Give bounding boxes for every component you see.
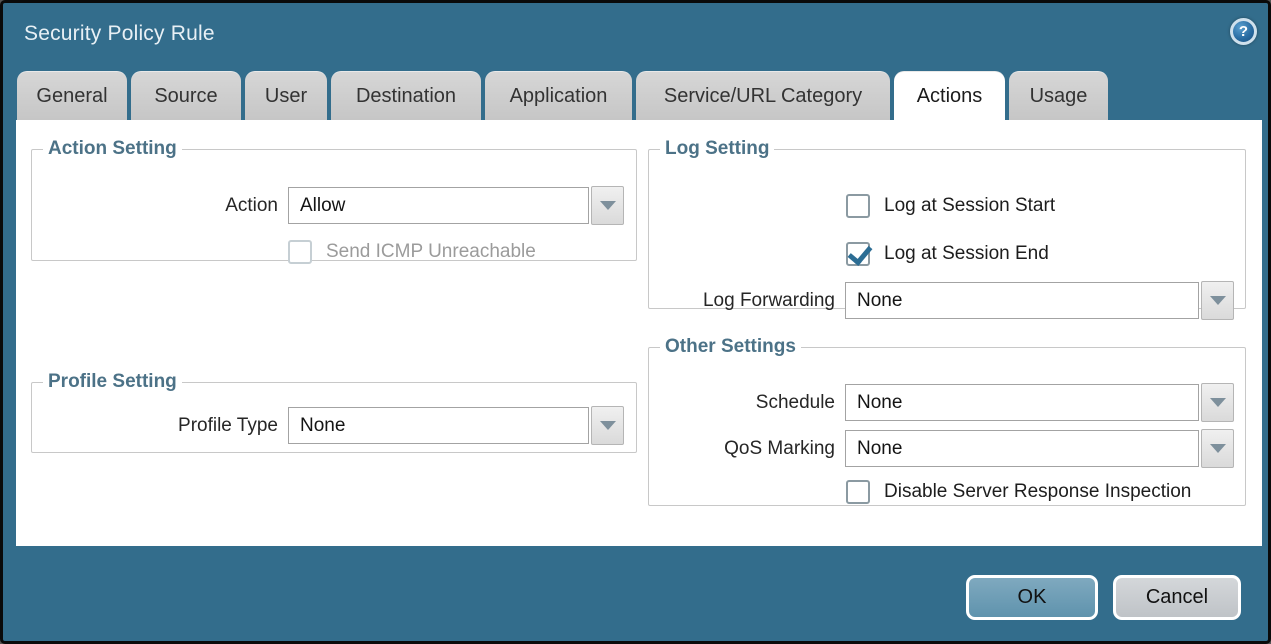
qos-marking-label: QoS Marking [649,438,835,460]
log-forwarding-dropdown[interactable]: None [845,282,1234,320]
cancel-button[interactable]: Cancel [1113,575,1241,620]
tab-service-url-category[interactable]: Service/URL Category [636,71,890,120]
schedule-dropdown-value: None [845,384,1199,421]
log-session-end-checkbox[interactable] [846,242,870,266]
tab-general[interactable]: General [17,71,127,120]
tab-usage[interactable]: Usage [1009,71,1108,120]
tab-actions[interactable]: Actions [894,71,1005,120]
schedule-label: Schedule [649,392,835,414]
log-session-end-checkbox-row[interactable]: Log at Session End [846,242,1049,266]
log-session-end-label: Log at Session End [884,243,1049,265]
profile-type-label: Profile Type [32,415,278,437]
log-forwarding-label: Log Forwarding [649,290,835,312]
other-settings-group: Other Settings Schedule None QoS Marking… [648,336,1246,506]
actions-tab-panel: Action Setting Action Allow Send ICMP Un… [16,120,1262,546]
security-policy-rule-dialog: Security Policy Rule ? General Source Us… [0,0,1271,644]
log-session-start-label: Log at Session Start [884,195,1055,217]
disable-server-response-inspection-checkbox[interactable] [846,480,870,504]
profile-setting-legend: Profile Setting [43,371,182,393]
profile-type-dropdown[interactable]: None [288,407,624,445]
action-dropdown-button[interactable] [591,186,624,225]
log-session-start-checkbox-row[interactable]: Log at Session Start [846,194,1055,218]
action-setting-legend: Action Setting [43,138,182,160]
qos-marking-dropdown-button[interactable] [1201,429,1234,468]
tab-source[interactable]: Source [131,71,241,120]
tab-application[interactable]: Application [485,71,632,120]
send-icmp-unreachable-checkbox-row: Send ICMP Unreachable [288,240,536,264]
profile-type-dropdown-button[interactable] [591,406,624,445]
ok-button[interactable]: OK [966,575,1098,620]
profile-type-dropdown-value: None [288,407,589,444]
log-session-start-checkbox[interactable] [846,194,870,218]
profile-setting-group: Profile Setting Profile Type None [31,371,637,453]
action-setting-group: Action Setting Action Allow Send ICMP Un… [31,138,637,261]
log-forwarding-dropdown-button[interactable] [1201,281,1234,320]
tab-user[interactable]: User [245,71,327,120]
log-setting-group: Log Setting Log at Session Start Log at … [648,138,1246,309]
disable-server-response-inspection-checkbox-row[interactable]: Disable Server Response Inspection [846,480,1191,504]
help-icon[interactable]: ? [1230,18,1257,45]
action-dropdown-value: Allow [288,187,589,224]
schedule-dropdown[interactable]: None [845,384,1234,422]
action-label: Action [32,195,278,217]
log-setting-legend: Log Setting [660,138,774,160]
tab-bar: General Source User Destination Applicat… [17,71,1108,120]
disable-server-response-inspection-label: Disable Server Response Inspection [884,481,1191,503]
other-settings-legend: Other Settings [660,336,801,358]
log-forwarding-dropdown-value: None [845,282,1199,319]
tab-destination[interactable]: Destination [331,71,481,120]
schedule-dropdown-button[interactable] [1201,383,1234,422]
send-icmp-unreachable-label: Send ICMP Unreachable [326,241,536,263]
qos-marking-dropdown[interactable]: None [845,430,1234,468]
dialog-title: Security Policy Rule [24,22,215,46]
action-dropdown[interactable]: Allow [288,187,624,225]
send-icmp-unreachable-checkbox [288,240,312,264]
qos-marking-dropdown-value: None [845,430,1199,467]
